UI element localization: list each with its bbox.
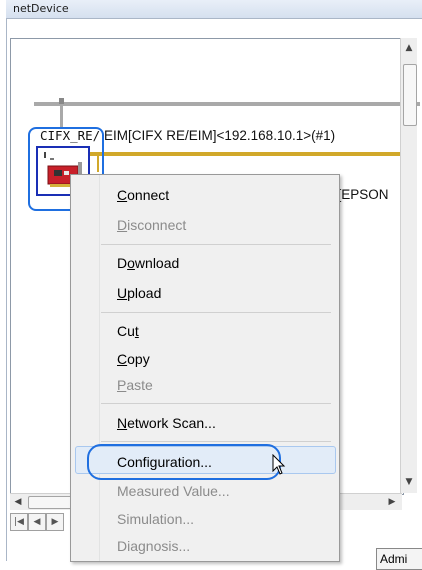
menu-item-simulation[interactable]: Simulation...: [117, 511, 194, 527]
vertical-scrollbar[interactable]: ▲ ▼: [400, 38, 417, 493]
menu-gutter: [99, 175, 100, 561]
page-navigation: |◀ ◀ ▶: [10, 513, 70, 531]
previous-page-icon[interactable]: ◀: [28, 513, 46, 531]
menu-item-diagnosis[interactable]: Diagnosis...: [117, 538, 190, 554]
admin-tab[interactable]: Admi: [376, 548, 422, 570]
menu-item-cut[interactable]: Cut: [117, 323, 139, 339]
context-menu: Connect Disconnect Download Upload Cut C…: [70, 174, 340, 562]
ethernet-bus-line: [34, 102, 420, 106]
vertical-scroll-thumb[interactable]: [403, 64, 417, 126]
menu-separator: [101, 244, 331, 245]
menu-item-disconnect[interactable]: Disconnect: [117, 217, 186, 233]
scroll-up-icon[interactable]: ▲: [401, 40, 417, 56]
menu-item-measured-value[interactable]: Measured Value...: [117, 483, 230, 499]
menu-separator: [101, 403, 331, 404]
menu-item-network-scan[interactable]: Network Scan...: [117, 415, 216, 431]
bus-drop-line: [60, 104, 63, 128]
scroll-left-icon[interactable]: ◀: [10, 494, 26, 510]
connection-label[interactable]: EIM[CIFX RE/EIM]<192.168.10.1>(#1): [104, 128, 335, 143]
eim-bus-line: [83, 152, 413, 156]
menu-item-connect[interactable]: Connect: [117, 187, 169, 203]
menu-item-download[interactable]: Download: [117, 255, 179, 271]
first-page-icon[interactable]: |◀: [10, 513, 28, 531]
scroll-right-icon[interactable]: ▶: [384, 494, 400, 510]
window-title: netDevice: [13, 2, 69, 15]
menu-item-paste[interactable]: Paste: [117, 377, 153, 393]
next-page-icon[interactable]: ▶: [46, 513, 64, 531]
configuration-highlight-box: [87, 444, 281, 480]
menu-separator: [101, 441, 331, 442]
mouse-pointer-icon: [272, 453, 286, 480]
menu-item-upload[interactable]: Upload: [117, 285, 161, 301]
window-titlebar: netDevice: [6, 0, 422, 19]
menu-item-copy[interactable]: Copy: [117, 351, 150, 367]
scroll-down-icon[interactable]: ▼: [401, 474, 417, 490]
menu-separator: [101, 312, 331, 313]
